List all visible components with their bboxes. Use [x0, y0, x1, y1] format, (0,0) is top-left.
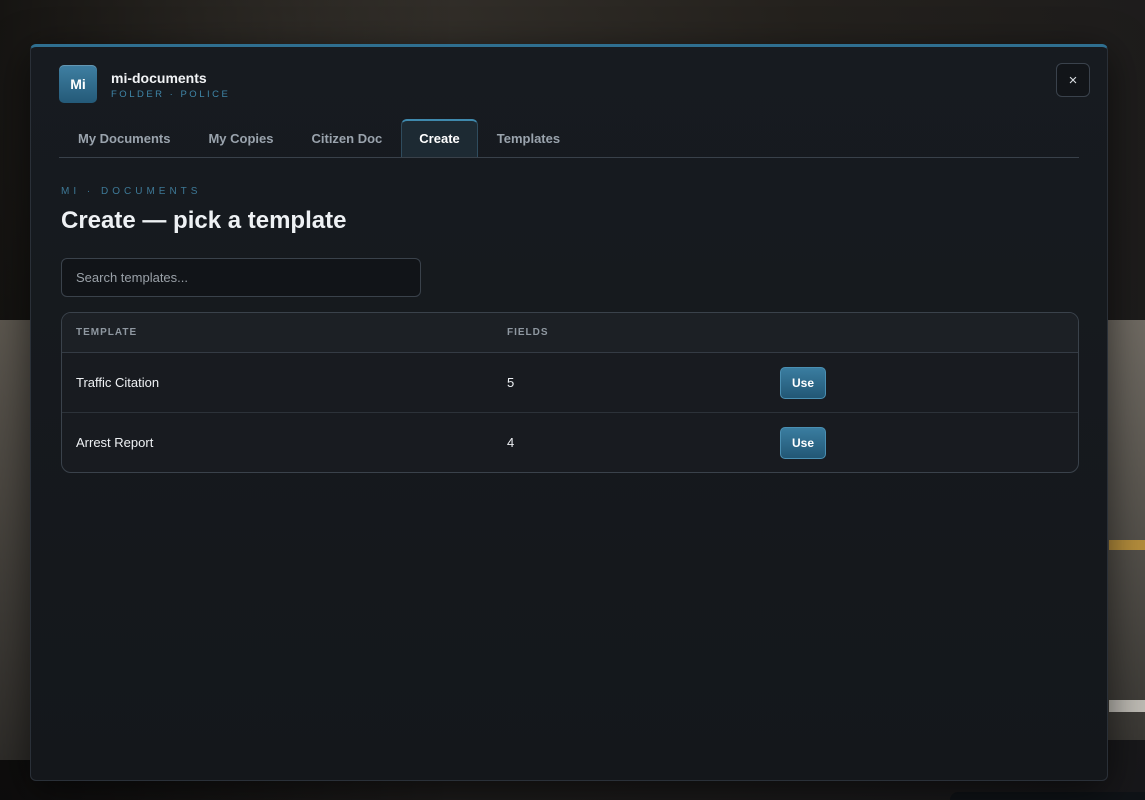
background-corner: [950, 792, 1145, 800]
app-logo-icon: Mi: [59, 65, 97, 103]
action-cell: Use: [780, 426, 1078, 459]
tab-create[interactable]: Create: [401, 119, 478, 157]
modal-header: Mi mi-documents FOLDER · POLICE: [59, 65, 230, 103]
search-input[interactable]: [61, 258, 421, 297]
tab-templates[interactable]: Templates: [478, 119, 579, 156]
use-template-button[interactable]: Use: [780, 366, 826, 399]
page-title: Create — pick a template: [61, 207, 347, 234]
background-right: [1105, 320, 1145, 740]
tab-my-copies[interactable]: My Copies: [189, 119, 292, 156]
title-block: mi-documents FOLDER · POLICE: [111, 69, 230, 100]
template-name: Traffic Citation: [76, 375, 160, 390]
background-left: [0, 320, 30, 760]
tab-bar: My Documents My Copies Citizen Doc Creat…: [59, 119, 1079, 158]
table-row: Arrest Report 4 Use: [62, 413, 1078, 472]
action-cell: Use: [780, 366, 1078, 399]
tab-citizen-doc[interactable]: Citizen Doc: [292, 119, 401, 156]
field-count: 5: [507, 375, 515, 390]
table-row: Traffic Citation 5 Use: [62, 353, 1078, 413]
documents-modal: Mi mi-documents FOLDER · POLICE × My Doc…: [30, 44, 1108, 781]
templates-table: TEMPLATE FIELDS Traffic Citation 5 Use A…: [61, 312, 1079, 473]
background-accent-stripe: [1109, 540, 1145, 550]
section-kicker: MI · DOCUMENTS: [61, 186, 202, 197]
close-button[interactable]: ×: [1056, 63, 1090, 97]
use-template-button[interactable]: Use: [780, 426, 826, 459]
field-count: 4: [507, 435, 515, 450]
background-light-stripe: [1109, 700, 1145, 712]
template-name: Arrest Report: [76, 435, 154, 450]
column-header-template: TEMPLATE: [76, 327, 138, 338]
app-title: mi-documents: [111, 69, 207, 86]
tab-my-documents[interactable]: My Documents: [59, 119, 189, 156]
column-header-fields: FIELDS: [507, 327, 549, 338]
table-header: TEMPLATE FIELDS: [62, 313, 1078, 353]
app-subtitle: FOLDER · POLICE: [111, 88, 231, 100]
